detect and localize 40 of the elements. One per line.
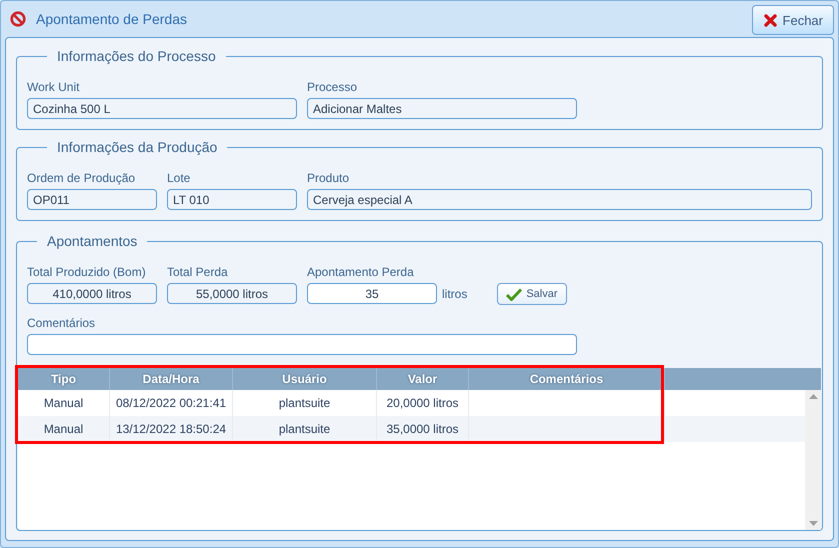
group-title: Informações do Processo <box>56 48 217 64</box>
field-label: Comentários <box>27 316 96 330</box>
readonly-field: Cerveja especial A <box>307 189 812 210</box>
table-cell: 13/12/2022 18:50:24 <box>110 416 233 442</box>
window-title: Apontamento de Perdas <box>36 11 188 27</box>
checkmark-icon <box>506 288 522 300</box>
field-label: Produto <box>307 171 350 185</box>
prohibited-icon <box>10 11 26 27</box>
field-label: Total Perda <box>167 265 229 279</box>
field-label: Processo <box>307 80 358 94</box>
input-field[interactable] <box>27 334 577 355</box>
field-label: Work Unit <box>27 80 80 94</box>
readonly-field: Adicionar Maltes <box>307 98 577 119</box>
column-header[interactable]: Data/Hora <box>110 368 233 390</box>
readonly-field: OP011 <box>27 189 157 210</box>
scroll-up-icon[interactable] <box>808 394 818 399</box>
field-label: Ordem de Produção <box>27 171 136 185</box>
input-field[interactable]: 35 <box>307 283 437 304</box>
save-button[interactable]: Salvar <box>497 283 567 305</box>
close-button[interactable]: Fechar <box>752 5 834 35</box>
group-title: Informações da Produção <box>56 139 218 155</box>
scrollbar[interactable] <box>805 390 821 530</box>
table-cell: plantsuite <box>233 416 377 442</box>
readonly-field: LT 010 <box>167 189 297 210</box>
group-title: Apontamentos <box>46 233 138 249</box>
readonly-field: 410,0000 litros <box>27 283 157 304</box>
table-cell: Manual <box>18 416 110 442</box>
unit-label: litros <box>442 287 468 301</box>
scroll-down-icon[interactable] <box>808 521 818 526</box>
column-header[interactable]: Usuário <box>233 368 377 390</box>
readonly-field: Cozinha 500 L <box>27 98 297 119</box>
field-label: Apontamento Perda <box>307 265 415 279</box>
column-header[interactable]: Valor <box>377 368 469 390</box>
table-cell: 35,0000 litros <box>377 416 469 442</box>
column-header[interactable]: Tipo <box>18 368 110 390</box>
field-label: Lote <box>167 171 192 185</box>
close-icon <box>764 14 777 26</box>
field-label: Total Produzido (Bom) <box>27 265 147 279</box>
column-header[interactable]: Comentários <box>469 368 665 390</box>
readonly-field: 55,0000 litros <box>167 283 297 304</box>
